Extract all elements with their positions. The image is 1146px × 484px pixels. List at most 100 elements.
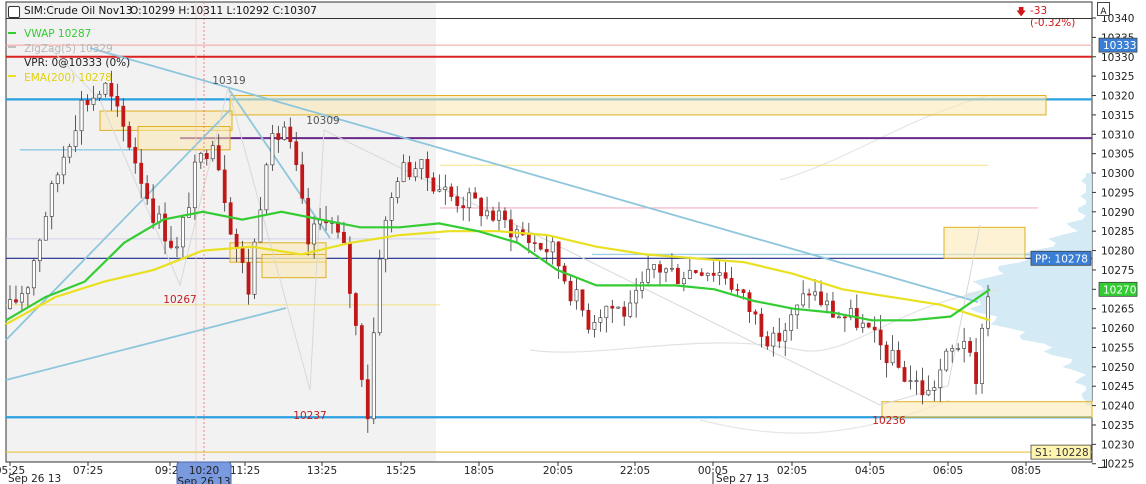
candle-body[interactable]	[449, 186, 454, 197]
candle-body[interactable]	[204, 153, 209, 160]
candle-body[interactable]	[729, 277, 734, 290]
candle-body[interactable]	[652, 264, 656, 270]
candle-body[interactable]	[115, 95, 120, 107]
candle-body[interactable]	[31, 260, 36, 289]
candle-body[interactable]	[246, 262, 251, 295]
candle-body[interactable]	[902, 367, 907, 382]
candle-body[interactable]	[485, 210, 489, 217]
candle-body[interactable]	[687, 270, 692, 279]
candle-body[interactable]	[8, 299, 12, 309]
candle-body[interactable]	[968, 341, 973, 353]
candle-body[interactable]	[759, 313, 764, 337]
candle-body[interactable]	[103, 82, 108, 95]
candle-body[interactable]	[789, 314, 794, 331]
legend-vpr[interactable]: VPR: 0@10333 (0%)	[8, 51, 130, 69]
candle-body[interactable]	[455, 196, 460, 206]
candle-body[interactable]	[79, 99, 84, 132]
candle-body[interactable]	[473, 192, 478, 199]
candle-body[interactable]	[747, 292, 752, 313]
candle-body[interactable]	[628, 302, 633, 317]
candle-body[interactable]	[192, 161, 197, 209]
candle-body[interactable]	[55, 174, 60, 184]
candle-body[interactable]	[538, 243, 543, 250]
candle-body[interactable]	[914, 380, 919, 382]
candle-body[interactable]	[860, 322, 865, 328]
chart-settings-icon[interactable]	[8, 6, 20, 18]
candle-body[interactable]	[312, 223, 317, 245]
candle-body[interactable]	[986, 296, 990, 329]
candle-body[interactable]	[586, 309, 591, 330]
candle-body[interactable]	[97, 93, 102, 99]
candle-body[interactable]	[646, 268, 650, 283]
candle-body[interactable]	[276, 133, 281, 140]
candle-body[interactable]	[383, 220, 388, 260]
candle-body[interactable]	[890, 349, 895, 364]
candle-body[interactable]	[198, 153, 203, 163]
candle-body[interactable]	[270, 133, 275, 166]
candle-body[interactable]	[377, 258, 382, 334]
candle-body[interactable]	[479, 197, 484, 217]
candle-body[interactable]	[813, 291, 817, 296]
candle-body[interactable]	[932, 387, 937, 391]
candle-body[interactable]	[693, 270, 698, 273]
candle-body[interactable]	[25, 287, 30, 294]
candle-body[interactable]	[801, 293, 806, 306]
candle-body[interactable]	[371, 332, 376, 420]
candle-body[interactable]	[365, 379, 370, 420]
candle-body[interactable]	[419, 159, 424, 170]
candle-body[interactable]	[741, 289, 746, 293]
candle-body[interactable]	[216, 145, 221, 171]
candle-body[interactable]	[348, 242, 352, 294]
candle-body[interactable]	[950, 348, 955, 352]
candle-body[interactable]	[67, 146, 72, 158]
candle-body[interactable]	[681, 278, 686, 285]
candle-body[interactable]	[342, 231, 346, 244]
candle-body[interactable]	[437, 189, 442, 192]
candle-body[interactable]	[264, 164, 269, 211]
candle-body[interactable]	[676, 267, 680, 285]
candle-body[interactable]	[425, 159, 430, 179]
candle-body[interactable]	[544, 248, 549, 253]
candle-body[interactable]	[49, 183, 54, 217]
candle-body[interactable]	[20, 293, 24, 303]
candle-body[interactable]	[699, 272, 704, 276]
candle-body[interactable]	[842, 316, 847, 319]
candle-body[interactable]	[175, 246, 179, 249]
candle-body[interactable]	[532, 242, 537, 244]
candle-body[interactable]	[574, 289, 579, 302]
candle-body[interactable]	[210, 145, 215, 160]
candle-body[interactable]	[598, 317, 603, 323]
candle-body[interactable]	[491, 210, 495, 221]
candle-body[interactable]	[884, 344, 889, 364]
candle-body[interactable]	[807, 293, 811, 296]
candle-body[interactable]	[306, 197, 311, 245]
candle-body[interactable]	[127, 126, 132, 148]
candle-body[interactable]	[980, 327, 984, 384]
candle-body[interactable]	[765, 336, 770, 347]
candle-body[interactable]	[896, 349, 901, 368]
candle-body[interactable]	[395, 181, 400, 199]
candle-body[interactable]	[91, 97, 96, 105]
candle-body[interactable]	[413, 168, 418, 178]
candle-body[interactable]	[711, 272, 716, 276]
legend-ema[interactable]: EMA(200) 10278	[8, 66, 130, 84]
candle-body[interactable]	[670, 267, 674, 270]
candle-body[interactable]	[145, 183, 150, 200]
candle-body[interactable]	[43, 216, 48, 241]
candle-body[interactable]	[825, 300, 829, 306]
resize-grip-icon[interactable]	[1098, 459, 1107, 468]
candle-body[interactable]	[956, 348, 961, 350]
legend-zigzag[interactable]: ZigZag(5) 10329	[8, 37, 130, 55]
candle-body[interactable]	[234, 233, 239, 248]
candle-body[interactable]	[443, 186, 448, 190]
candle-body[interactable]	[604, 305, 609, 319]
candle-body[interactable]	[777, 332, 782, 342]
candle-body[interactable]	[872, 326, 877, 331]
candle-body[interactable]	[926, 390, 931, 396]
candle-body[interactable]	[461, 205, 466, 208]
candle-body[interactable]	[723, 272, 728, 279]
candle-body[interactable]	[389, 197, 394, 221]
candle-body[interactable]	[181, 216, 185, 248]
candle-body[interactable]	[294, 141, 299, 166]
candle-body[interactable]	[407, 162, 412, 178]
